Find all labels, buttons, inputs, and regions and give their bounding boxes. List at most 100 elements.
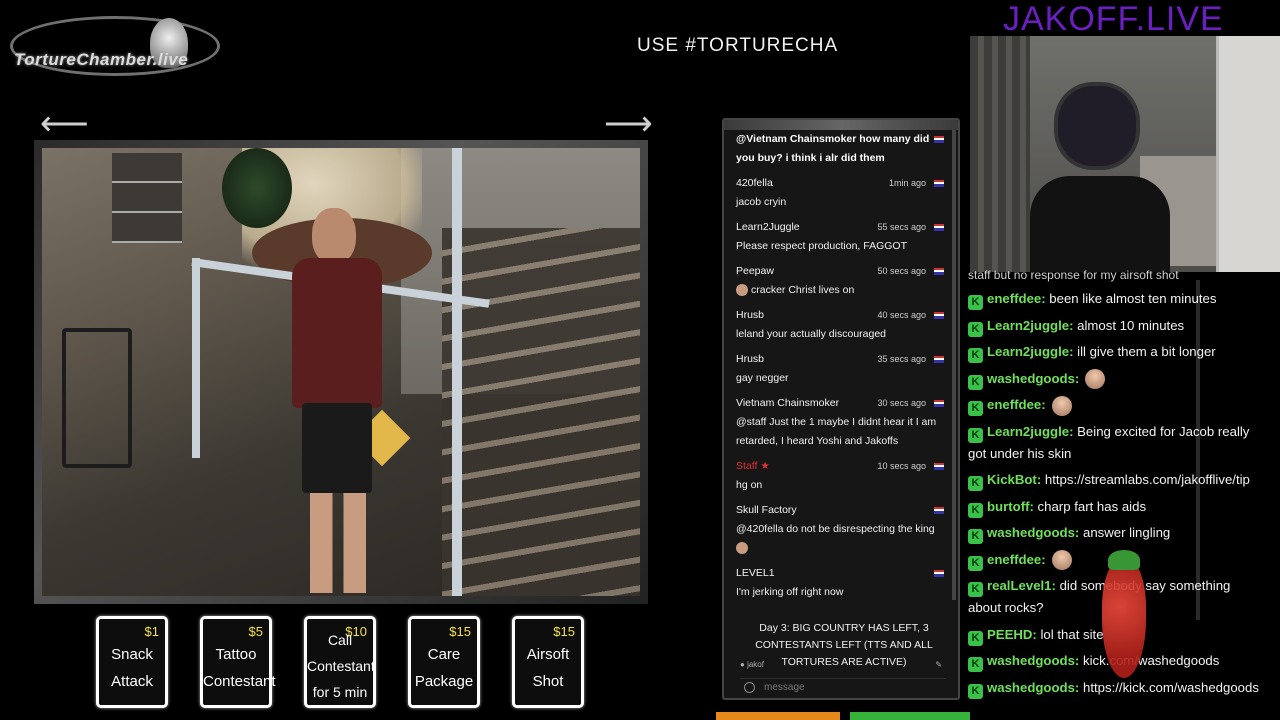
chat-message-input[interactable]: message [740,678,946,696]
contestant-shorts [302,403,372,493]
site-logo[interactable]: TortureChamber.live [6,12,222,80]
brand-title: JAKOFF.LIVE [1003,0,1224,38]
streamer-headset [1054,82,1140,170]
chat-overlay-user: PEEHD: [987,626,1037,642]
us-flag-icon [934,180,944,187]
tile-snack-attack[interactable]: $1 Snack Attack [96,616,168,708]
kick-icon: K [968,555,983,571]
chat-message: Peepaw 50 secs ago cracker Christ lives … [736,262,948,300]
chat-text: leland your actually discouraged [736,328,887,340]
us-flag-icon [934,463,944,470]
kick-icon: K [968,476,983,491]
chat-text: I'm jerking off right now [736,586,844,598]
chat-message-list[interactable]: @Vietnam Chainsmoker how many did you bu… [736,130,948,608]
us-flag-icon [934,312,944,319]
bottom-green-bar [850,712,970,720]
chat-overlay-message: Keneffdee: [968,394,1260,416]
contestant-legs [310,493,366,593]
chat-text: jacob cryin [736,196,787,208]
chat-message: Skull Factory @420fella do not be disres… [736,501,948,558]
tile-price: $15 [553,624,575,639]
tile-airsoft-shot[interactable]: $15 Airsoft Shot [512,616,584,708]
webcam-curtain [970,36,1030,272]
chat-username[interactable]: LEVEL1 [736,564,948,583]
avatar-icon [736,542,748,555]
us-flag-icon [934,268,944,275]
chat-overlay-message: Kburtoff: charp fart has aids [968,496,1260,518]
us-flag-icon [934,136,944,143]
chat-message: Vietnam Chainsmoker 30 secs ago @staff J… [736,394,948,451]
tile-tattoo-contestant[interactable]: $5 Tattoo Contestant [200,616,276,708]
edit-icon[interactable]: ✎ [935,660,942,669]
chat-timestamp: 10 secs ago [877,461,926,471]
emote-icon [1051,395,1072,416]
kick-icon: K [968,374,983,390]
chat-overlay-message: Kwashedgoods: answer lingling [968,522,1260,544]
kick-icon: K [968,683,983,699]
tile-label: Care Package [414,646,474,690]
kick-icon: K [968,427,983,443]
user-icon: ● [740,660,745,669]
hashtag-ticker: USE #TORTURECHA [637,35,839,56]
bottom-orange-bar [716,712,840,720]
streamer-webcam [970,36,1280,272]
site-chat-panel: @Vietnam Chainsmoker how many did you bu… [722,118,960,700]
chat-overlay-message: Keneffdee: been like almost ten minutes [968,288,1260,310]
us-flag-icon [934,224,944,231]
tile-label: Tattoo Contestant [203,646,276,690]
chat-message: @Vietnam Chainsmoker how many did you bu… [736,130,948,168]
next-camera-arrow-icon[interactable]: ⟶ [604,107,653,141]
chat-overlay-user: Learn2juggle: [987,423,1074,439]
chat-timestamp: 40 secs ago [877,310,926,320]
us-flag-icon [934,400,944,407]
feed-rail [192,258,200,458]
chat-overlay-user: washedgoods: [987,370,1080,386]
feed-post [452,148,462,596]
kick-icon: K [968,582,983,597]
us-flag-icon [934,356,944,363]
chat-overlay-message: K Learn2juggle: ill give them a bit longe… [968,341,1260,363]
chat-overlay-user: eneffdee: [987,397,1046,412]
chat-overlay-line: staff but no response for my airsoft sho… [968,268,1179,282]
feed-chair [62,328,132,468]
tile-label: Call Contestant for 5 min [307,632,375,700]
emote-icon [1085,369,1106,390]
contestant-head [312,208,356,264]
emoji-icon[interactable] [744,682,755,693]
chat-overlay-user: washedgoods: [987,679,1080,695]
tile-call-contestant[interactable]: $10 Call Contestant for 5 min [304,616,376,708]
star-icon: ★ [760,460,770,472]
chat-overlay-user: KickBot: [987,472,1042,487]
chat-timestamp: 35 secs ago [877,354,926,364]
chat-text: cracker Christ lives on [736,281,948,300]
contestant-shirt [292,258,382,408]
kick-icon: K [968,348,983,363]
chat-timestamp: 55 secs ago [877,222,926,232]
chat-scrollbar[interactable] [952,130,956,600]
chat-overlay-message: K KickBot: https://streamlabs.com/jakoffl… [968,469,1260,491]
chat-overlay-user: eneffdee: [987,551,1046,567]
webcam-streamer [1030,76,1170,272]
logo-text: TortureChamber.live [14,50,189,69]
tile-price: $15 [449,624,471,639]
chat-overlay-message: K Learn2juggle: almost 10 minutes [968,315,1260,337]
chat-overlay-user: realLevel1: [987,578,1056,593]
kick-icon: K [968,502,983,518]
tile-care-package[interactable]: $15 Care Package [408,616,480,708]
camera-feed[interactable] [42,148,640,596]
chat-username[interactable]: Skull Factory [736,501,948,520]
emote-icon [1051,550,1072,571]
tile-label: Airsoft Shot [526,646,570,690]
kick-icon: K [968,529,983,544]
chat-timestamp: 50 secs ago [877,266,926,276]
prev-camera-arrow-icon[interactable]: ⟵ [40,107,89,141]
kick-icon: K [968,401,983,416]
tile-label: Snack Attack [111,646,153,690]
chat-overlay-user: Learn2juggle: [987,317,1074,333]
feed-stairs [442,228,640,596]
chat-message: Learn2Juggle 55 secs ago Please respect … [736,218,948,256]
chat-timestamp: 30 secs ago [877,398,926,408]
chat-message: Hrusb 35 secs ago gay negger [736,350,948,388]
chat-overlay-user: washedgoods: [987,653,1080,668]
chat-panel-edge [724,120,958,130]
